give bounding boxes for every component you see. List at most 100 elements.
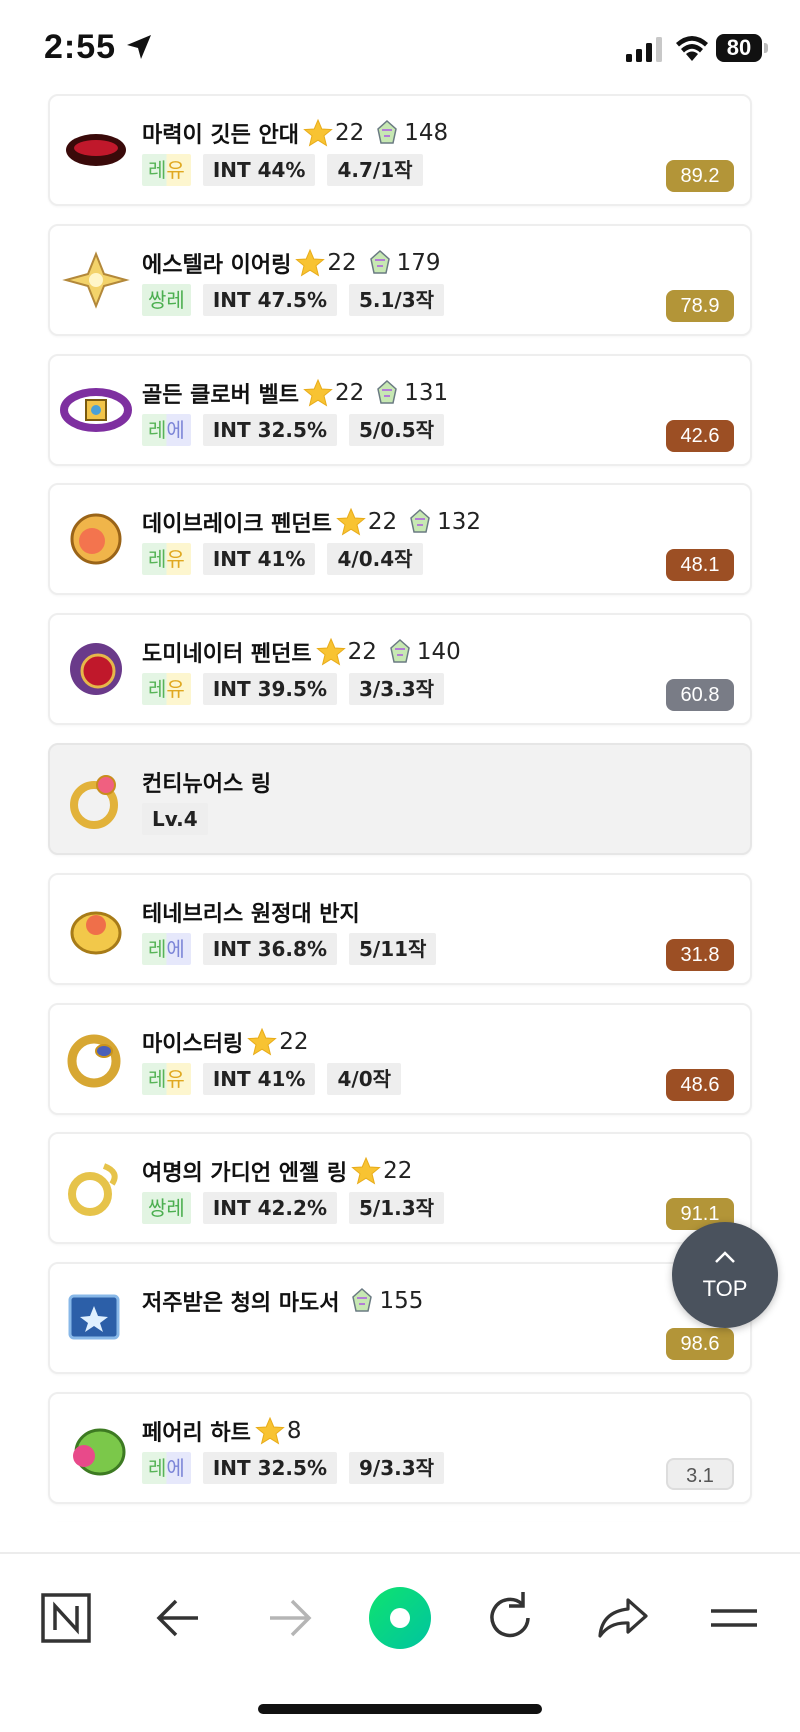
item-name: 도미네이터 펜던트 [142,642,312,667]
naver-green-dot-icon[interactable] [360,1578,440,1658]
ring-icon [67,1034,121,1088]
item-name: 마이스터링 [142,1032,244,1057]
potential-value: 148 [404,120,449,146]
potential-badge: 155 [343,1286,423,1316]
potential-gem-icon [352,1287,373,1312]
naver-home-icon[interactable] [26,1578,106,1658]
grade-badge: 레유 [142,1063,191,1095]
stat-tag: INT 39.5% [202,673,337,705]
score-badge: 42.6 [666,420,734,452]
potential-value: 131 [404,380,449,406]
score-badge: 3.1 [666,1458,734,1490]
potential-badge: 140 [381,637,461,667]
item-tag-row: 쌍레 INT 47.5% 5.1/3작 [142,284,445,316]
stat-tag: 5/11작 [348,933,437,965]
item-title-row: 테네브리스 원정대 반지 [142,895,360,929]
item-tag-row: 레유 INT 39.5% 3/3.3작 [142,673,445,705]
heart-icon [73,1428,126,1476]
item-card[interactable]: 저주받은 청의 마도서 155 98.6 [48,1262,752,1374]
stat-tag: INT 42.2% [202,1192,337,1224]
potential-value: 140 [416,639,461,665]
top-button-label: TOP [702,1276,748,1301]
back-arrow-icon[interactable] [138,1578,218,1658]
item-name: 컨티뉴어스 링 [142,772,272,797]
stat-tag: 5/0.5작 [348,414,445,446]
battery-icon: 80 [716,34,768,62]
item-card[interactable]: 마력이 깃든 안대 22 148 레유 INT 44% 4.7/1작 89.2 [48,94,752,206]
item-name: 에스텔라 이어링 [142,253,292,278]
potential-gem-icon [377,119,398,144]
score-badge: 78.9 [666,290,734,322]
potential-gem-icon [390,638,410,663]
item-name: 골든 클로버 벨트 [142,383,299,408]
score-badge: 98.6 [666,1328,734,1360]
item-card[interactable]: 페어리 하트 8 레에 INT 32.5% 9/3.3작 3.1 [48,1392,752,1504]
stat-tag: INT 32.5% [202,1452,337,1484]
item-title-row: 도미네이터 펜던트 22 140 [142,635,461,669]
item-card[interactable]: 도미네이터 펜던트 22 140 레유 INT 39.5% 3/3.3작 60.8 [48,613,752,725]
starforce-badge: 22 [315,637,377,667]
share-icon[interactable] [582,1578,662,1658]
ring-icon [68,1163,118,1216]
belt-icon [60,388,132,432]
item-tag-row: 레유 INT 41% 4/0.4작 [142,543,423,575]
potential-badge: 148 [368,118,448,148]
potential-value: 132 [437,509,482,535]
starforce-badge: 22 [336,507,397,537]
item-title-row: 데이브레이크 펜던트 22 132 [142,505,481,539]
refresh-icon[interactable] [470,1578,550,1658]
starforce-badge: 22 [303,118,364,148]
item-list[interactable]: 마력이 깃든 안대 22 148 레유 INT 44% 4.7/1작 89.2 에스텔라 이어… [0,94,800,1522]
item-title-row: 저주받은 청의 마도서 155 [142,1284,423,1318]
star-icon [295,248,326,277]
potential-gem-icon [410,508,430,533]
stat-tag: 9/3.3작 [348,1452,445,1484]
item-name: 테네브리스 원정대 반지 [142,902,360,927]
item-card[interactable]: 골든 클로버 벨트 22 131 레에 INT 32.5% 5/0.5작 42.6 [48,354,752,466]
ring-icon [70,911,122,955]
item-title-row: 골든 클로버 벨트 22 131 [142,376,448,410]
star-icon [247,1027,277,1056]
pendant-icon [70,643,122,695]
stat-tag: 4.7/1작 [327,154,423,186]
earring-icon [62,251,130,309]
item-card[interactable]: 에스텔라 이어링 22 179 쌍레 INT 47.5% 5.1/3작 78.9 [48,224,752,336]
potential-gem-icon [377,379,398,404]
status-bar: 2:55 80 [0,0,800,96]
menu-icon[interactable] [694,1578,774,1658]
item-name: 마력이 깃든 안대 [142,123,299,148]
starforce-value: 22 [367,509,398,535]
forward-arrow-icon[interactable] [250,1578,330,1658]
item-title-row: 마력이 깃든 안대 22 148 [142,116,448,150]
item-card[interactable]: 테네브리스 원정대 반지 레에 INT 36.8% 5/11작 31.8 [48,873,752,985]
item-card[interactable]: 컨티뉴어스 링 Lv.4 [48,743,752,855]
starforce-value: 22 [383,1158,413,1184]
item-tag-row: 레에 INT 32.5% 9/3.3작 [142,1452,445,1484]
potential-gem-icon [369,249,390,274]
starforce-value: 22 [279,1029,309,1055]
item-card[interactable]: 마이스터링 22 레유 INT 41% 4/0작 48.6 [48,1003,752,1115]
item-card[interactable]: 데이브레이크 펜던트 22 132 레유 INT 41% 4/0.4작 48.1 [48,483,752,595]
item-tag-row: Lv.4 [142,803,208,835]
item-card[interactable]: 여명의 가디언 엔젤 링 22 쌍레 INT 42.2% 5/1.3작 91.1 [48,1132,752,1244]
eye-patch-icon [66,134,126,166]
score-badge: 60.8 [666,679,734,711]
potential-value: 155 [379,1288,424,1314]
grade-badge: 레유 [142,673,191,705]
spellbook-icon [68,1294,120,1340]
starforce-badge: 8 [255,1416,302,1446]
starforce-badge: 22 [303,378,364,408]
star-icon [336,507,366,536]
item-tag-row: 레에 INT 36.8% 5/11작 [142,933,437,965]
scroll-to-top-button[interactable]: TOP [672,1222,778,1328]
item-title-row: 에스텔라 이어링 22 179 [142,246,441,280]
starforce-badge: 22 [351,1156,412,1186]
cellular-signal-icon [626,37,662,62]
item-tag-row: 레유 INT 44% 4.7/1작 [142,154,423,186]
star-icon [303,378,333,407]
starforce-value: 8 [286,1418,302,1444]
wifi-icon [676,36,708,61]
stat-tag: INT 41% [202,1063,316,1095]
score-badge: 48.1 [666,549,734,581]
item-tag-row: 레유 INT 41% 4/0작 [142,1063,402,1095]
